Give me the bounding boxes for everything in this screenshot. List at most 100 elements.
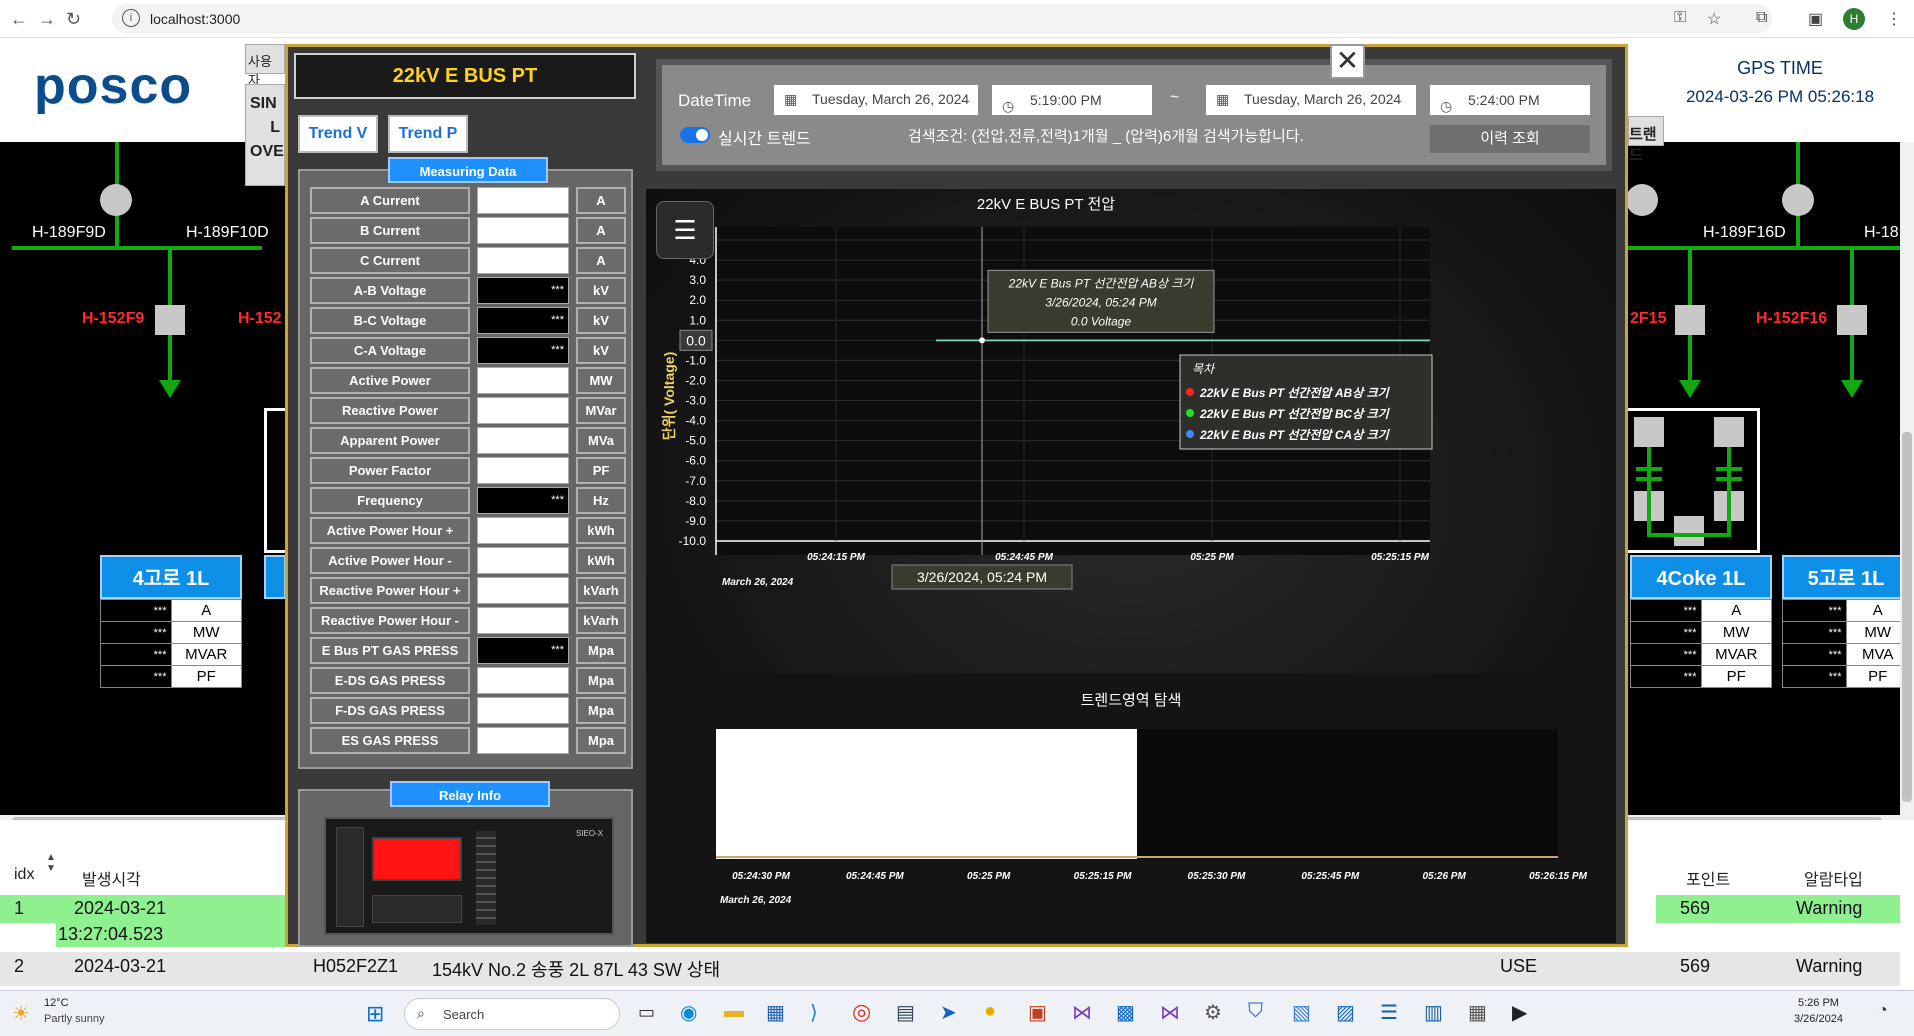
- navigator-x-tick: 05:26:15 PM: [1529, 871, 1587, 882]
- sort-icon[interactable]: ▲ ▼: [46, 852, 56, 874]
- measure-value: [477, 607, 569, 634]
- bus-label: H-189F9D: [32, 224, 106, 241]
- forward-icon[interactable]: →: [38, 9, 56, 30]
- x-tick-label: 05:25:15 PM: [1371, 552, 1429, 563]
- measure-name: Frequency: [310, 487, 470, 514]
- history-search-button[interactable]: 이력 조회: [1430, 125, 1590, 153]
- bookmark-star-icon[interactable]: ☆: [1707, 9, 1721, 29]
- table-row[interactable]: [0, 952, 1900, 986]
- windows-start-icon[interactable]: ⊞: [366, 1001, 384, 1027]
- app-icon[interactable]: ▨: [1336, 1000, 1355, 1025]
- feeder-unit: MW: [1700, 621, 1772, 644]
- measure-value: [477, 247, 569, 274]
- app-icon[interactable]: ➤: [940, 1000, 957, 1025]
- app-icon[interactable]: ▩: [1116, 1000, 1135, 1025]
- end-date-input[interactable]: ▦ Tuesday, March 26, 2024: [1206, 85, 1416, 115]
- y-axis-title: 단위( Voltage): [661, 352, 677, 441]
- measure-unit: kV: [576, 337, 626, 364]
- sidepanel-icon[interactable]: ▣: [1808, 9, 1823, 29]
- col-idx[interactable]: idx: [14, 866, 34, 884]
- shield-icon[interactable]: ⛉: [1248, 1000, 1263, 1023]
- feeder-value: ***: [1630, 665, 1702, 688]
- relay-device-image[interactable]: SIEO-X: [324, 817, 614, 935]
- feeder-panel[interactable]: 4고로 1L *** A *** MW *** MVAR *** PF: [100, 555, 242, 688]
- feeder-panel[interactable]: 4Coke 1L *** A *** MW *** MVAR *** PF: [1630, 555, 1772, 688]
- app-icon[interactable]: ▤: [896, 1000, 915, 1025]
- relay-panel: Relay Info SIEO-X: [298, 781, 633, 947]
- profile-avatar[interactable]: H: [1843, 8, 1865, 30]
- terminal-icon[interactable]: ▶: [1512, 1000, 1527, 1025]
- bg-sin: SIN: [250, 95, 277, 112]
- visual-studio-icon[interactable]: ⋈: [1160, 1000, 1180, 1025]
- notepad-icon[interactable]: ☰: [1380, 1000, 1398, 1025]
- breaker-box[interactable]: [155, 305, 185, 335]
- settings-gear-icon[interactable]: ⚙: [1204, 1000, 1222, 1025]
- datetime-label: DateTime: [678, 91, 752, 110]
- powerpoint-icon[interactable]: ▣: [1028, 1000, 1047, 1025]
- measure-unit: kV: [576, 277, 626, 304]
- file-explorer-icon[interactable]: ▬: [724, 1000, 744, 1023]
- notification-icon[interactable]: ◔: [1878, 1002, 1888, 1020]
- app-icon[interactable]: ▦: [1468, 1000, 1487, 1025]
- edge-icon[interactable]: ◉: [680, 1000, 697, 1025]
- markdown-icon[interactable]: ▥: [1424, 1000, 1443, 1025]
- app-icon[interactable]: ▧: [1292, 1000, 1311, 1025]
- disconnector-node[interactable]: [100, 184, 132, 216]
- measure-unit: MVar: [576, 397, 626, 424]
- bg-trend-tab: 트랜드: [1628, 116, 1664, 164]
- disconnector-node[interactable]: [1626, 184, 1658, 216]
- menu-dots-icon[interactable]: ⋮: [1886, 9, 1902, 29]
- trend-v-button[interactable]: Trend V: [298, 115, 378, 153]
- task-view-icon[interactable]: ▭: [638, 1002, 655, 1023]
- col-type[interactable]: 알람타입: [1804, 866, 1863, 890]
- weather-temp: 12°C: [44, 997, 69, 1009]
- measure-name: B Current: [310, 217, 470, 244]
- search-icon: ⌕: [417, 1005, 425, 1021]
- taskbar-search[interactable]: ⌕ Search: [404, 998, 620, 1030]
- site-info-icon[interactable]: i: [122, 9, 140, 27]
- store-icon[interactable]: ▦: [766, 1000, 785, 1025]
- search-note: 검색조건: (전압,전류,전력)1개월 _ (압력)6개월 검색가능합니다.: [908, 128, 1304, 145]
- x-date-label: March 26, 2024: [722, 577, 794, 588]
- reload-icon[interactable]: ↻: [66, 9, 81, 30]
- feeder-name: 4Coke 1L: [1630, 555, 1772, 599]
- down-arrow-icon: [1841, 380, 1863, 398]
- key-icon[interactable]: ⚿: [1674, 9, 1686, 27]
- end-time-input[interactable]: ◷ 5:24:00 PM: [1430, 85, 1590, 115]
- chat-icon[interactable]: ●: [984, 1000, 996, 1023]
- feeder-unit: PF: [1700, 665, 1772, 688]
- trend-p-button[interactable]: Trend P: [388, 115, 468, 153]
- start-date-input[interactable]: ▦ Tuesday, March 26, 2024: [774, 85, 978, 115]
- bus-label: H-18: [1864, 224, 1899, 241]
- vscode-icon[interactable]: ⟩: [810, 1000, 818, 1025]
- feeder-name: 4고로 1L: [100, 555, 242, 599]
- breaker-box[interactable]: [1675, 305, 1705, 335]
- visual-studio-icon[interactable]: ⋈: [1072, 1000, 1092, 1025]
- trend-chart[interactable]: 22kV E BUS PT 전압5.04.03.02.01.00.0-1.0-2…: [646, 189, 1616, 943]
- address-bar[interactable]: i localhost:3000: [112, 4, 1772, 34]
- bg-l: L: [270, 119, 280, 136]
- feeder-value: ***: [1782, 621, 1847, 644]
- measure-name: E Bus PT GAS PRESS: [310, 637, 470, 664]
- feeder-panel[interactable]: 5고로 1L *** A *** MW *** MVA *** PF: [1782, 555, 1910, 688]
- measure-unit: Mpa: [576, 637, 626, 664]
- row-date: 2024-03-21: [74, 956, 167, 976]
- measure-name: C Current: [310, 247, 470, 274]
- chart-menu-button[interactable]: ☰: [656, 201, 714, 259]
- close-button[interactable]: ✕: [1330, 44, 1365, 79]
- back-icon[interactable]: ←: [10, 9, 28, 30]
- breaker-box[interactable]: [1837, 305, 1867, 335]
- col-time[interactable]: 발생시각: [82, 866, 141, 890]
- legend-marker: [1186, 430, 1194, 438]
- row-desc: 154kV No.2 송풍 2L 87L 43 SW 상태: [432, 960, 721, 980]
- disconnector-node[interactable]: [1782, 184, 1814, 216]
- col-point[interactable]: 포인트: [1686, 866, 1730, 890]
- extensions-icon[interactable]: ⧉: [1756, 9, 1767, 27]
- start-time-input[interactable]: ◷ 5:19:00 PM: [992, 85, 1152, 115]
- realtime-toggle[interactable]: [680, 127, 710, 143]
- chrome-icon[interactable]: ◎: [852, 999, 871, 1025]
- cursor-label: 3/26/2024, 05:24 PM: [917, 569, 1047, 585]
- gps-value: 2024-03-26 PM 05:26:18: [1685, 87, 1875, 106]
- transformer-frame: [1628, 408, 1760, 553]
- url-text: localhost:3000: [150, 11, 241, 27]
